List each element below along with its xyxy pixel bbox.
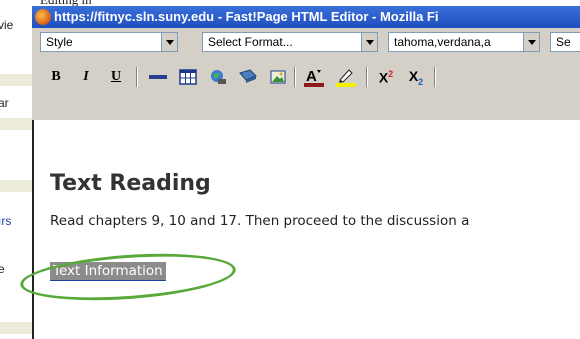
- chevron-down-icon[interactable]: [523, 33, 539, 51]
- bg-strip: [0, 322, 32, 334]
- font-select[interactable]: tahoma,verdana,a: [388, 32, 540, 52]
- horizontal-rule-icon: [149, 75, 167, 79]
- title-bar[interactable]: https://fitnyc.sln.suny.edu - Fast!Page …: [32, 6, 580, 28]
- separator: [294, 67, 296, 87]
- insert-link-button[interactable]: [206, 65, 230, 89]
- table-icon: [179, 69, 197, 85]
- underline-button[interactable]: U: [104, 65, 128, 89]
- window-title: https://fitnyc.sln.suny.edu - Fast!Page …: [54, 9, 439, 24]
- bookmark-icon: [239, 69, 257, 83]
- chevron-down-icon[interactable]: [161, 33, 177, 51]
- bg-text-fragment: e: [0, 262, 5, 276]
- superscript-x: X: [378, 69, 389, 86]
- separator: [434, 67, 436, 87]
- horizontal-rule-button[interactable]: [146, 65, 170, 89]
- style-select-label: Style: [46, 35, 73, 49]
- superscript-icon: X2: [378, 68, 394, 86]
- chevron-down-icon[interactable]: [361, 33, 377, 51]
- separator: [136, 67, 138, 87]
- underline-icon: U: [110, 69, 122, 84]
- subscript-icon: X2: [408, 67, 424, 87]
- insert-table-button[interactable]: [176, 65, 200, 89]
- svg-text:A: A: [306, 68, 317, 85]
- format-select-label: Select Format...: [208, 35, 293, 49]
- style-select[interactable]: Style: [40, 32, 178, 52]
- bg-text-fragment: vie: [0, 18, 14, 32]
- subscript-x: X: [408, 67, 419, 84]
- content-heading: Text Reading: [50, 171, 211, 196]
- bg-text-fragment: ırs: [0, 214, 12, 228]
- separator: [366, 67, 368, 87]
- insert-anchor-button[interactable]: [236, 65, 260, 89]
- size-select[interactable]: Se: [550, 32, 580, 52]
- font-select-label: tahoma,verdana,a: [394, 35, 491, 49]
- firefox-icon: [35, 9, 51, 25]
- format-select[interactable]: Select Format...: [202, 32, 378, 52]
- image-icon: [270, 70, 286, 84]
- highlight-color-button[interactable]: [334, 65, 358, 89]
- superscript-button[interactable]: X2: [374, 65, 398, 89]
- subscript-button[interactable]: X2: [404, 65, 428, 89]
- bold-button[interactable]: B: [44, 65, 68, 89]
- text-color-icon: A: [304, 68, 324, 87]
- bg-strip: [0, 180, 32, 192]
- editor-toolbar: Style Select Format... tahoma,verdana,a …: [32, 28, 580, 121]
- top-strip: Editing in: [32, 0, 580, 7]
- insert-image-button[interactable]: [266, 65, 290, 89]
- bg-text-fragment: ar: [0, 96, 9, 110]
- italic-icon: I: [83, 69, 89, 84]
- highlight-pen-icon: [336, 69, 356, 87]
- content-paragraph: Read chapters 9, 10 and 17. Then proceed…: [50, 213, 470, 229]
- editor-content[interactable]: Text Reading Read chapters 9, 10 and 17.…: [32, 120, 580, 339]
- globe-link-icon: [211, 70, 226, 84]
- italic-button[interactable]: I: [74, 65, 98, 89]
- size-select-label: Se: [556, 35, 571, 49]
- text-color-button[interactable]: A: [302, 65, 326, 89]
- bg-strip: [0, 118, 32, 130]
- bg-strip: [0, 74, 32, 86]
- bold-icon: B: [51, 69, 61, 84]
